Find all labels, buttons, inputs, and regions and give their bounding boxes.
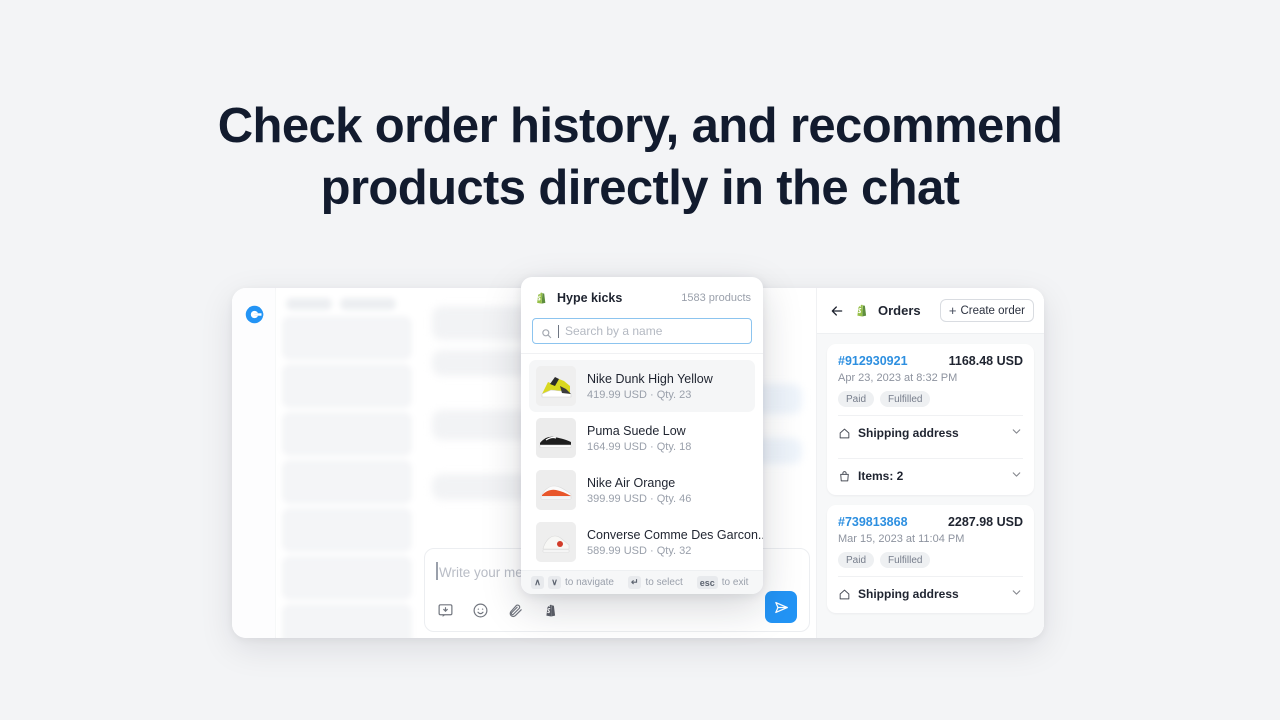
search-input[interactable]: Search by a name [532,318,752,344]
product-meta: 164.99 USD · Qty. 18 [587,440,692,453]
status-badge: Paid [838,552,875,568]
home-icon [838,588,851,601]
attachment-icon[interactable] [507,602,524,619]
emoji-icon[interactable] [472,602,489,619]
product-count: 1583 products [681,291,751,304]
order-id-link[interactable]: #912930921 [838,354,908,368]
page-title: Check order history, and recommend produ… [0,95,1280,219]
chevron-down-icon [1010,425,1023,441]
product-search-wrap: Search by a name [521,318,763,353]
list-item[interactable] [282,316,412,360]
product-name: Nike Air Orange [587,475,676,490]
product-thumbnail [536,366,576,406]
order-total: 2287.98 USD [947,515,1023,529]
list-item[interactable] [282,364,412,408]
create-order-label: Create order [960,304,1025,317]
order-id-link[interactable]: #739813868 [838,515,908,529]
list-item[interactable]: Puma Suede Low 164.99 USD · Qty. 18 [529,412,755,464]
shop-name: Hype kicks [557,290,623,305]
navigate-hint: ∧ ∨ to navigate [531,576,614,589]
select-hint: ↵ to select [627,576,683,589]
chevron-down-icon [1010,586,1023,602]
shopify-icon [853,301,870,320]
navigate-label: to navigate [565,577,614,588]
list-item[interactable] [282,460,412,504]
items-section[interactable]: Items: 2 [838,458,1023,493]
arrow-up-key: ∧ [531,576,544,589]
product-name: Puma Suede Low [587,423,686,438]
crisp-logo-icon [244,304,265,325]
product-list[interactable]: Nike Dunk High Yellow 419.99 USD · Qty. … [521,354,763,572]
list-item[interactable] [282,412,412,456]
product-picker-header: Hype kicks 1583 products [521,277,763,318]
product-thumbnail [536,470,576,510]
order-summary-row: #912930921 1168.48 USD [838,354,1023,368]
list-item[interactable]: Nike Dunk High Yellow 419.99 USD · Qty. … [529,360,755,412]
orders-title: Orders [878,303,921,318]
conversation-list[interactable] [276,288,418,638]
exit-hint: esc to exit [696,576,749,589]
conversation-list-filters [286,298,396,310]
items-label: Items: 2 [858,469,904,483]
create-order-button[interactable]: + Create order [939,299,1034,322]
product-picker-popover: Hype kicks 1583 products Search by a nam… [521,277,763,594]
order-badges: Paid Fulfilled [838,552,1023,568]
enter-key: ↵ [627,576,642,589]
order-badges: Paid Fulfilled [838,391,1023,407]
select-label: to select [645,577,683,588]
list-item[interactable]: Nike Air Orange 399.99 USD · Qty. 46 [529,464,755,516]
chevron-down-icon [1010,468,1023,484]
headline-line-1: Check order history, and recommend [217,99,1063,153]
arrow-down-key: ∨ [548,576,561,589]
list-item[interactable] [282,508,412,552]
composer-caret [436,562,438,580]
send-button[interactable] [765,591,797,623]
canned-responses-icon[interactable] [437,602,454,619]
product-meta: 589.99 USD · Qty. 32 [587,544,692,557]
plus-icon: + [948,303,957,318]
order-card[interactable]: #912930921 1168.48 USD Apr 23, 2023 at 8… [827,344,1034,495]
exit-label: to exit [721,577,749,588]
order-summary-row: #739813868 2287.98 USD [838,515,1023,529]
search-placeholder: Search by a name [565,324,663,338]
product-name: Nike Dunk High Yellow [587,371,713,386]
order-card[interactable]: #739813868 2287.98 USD Mar 15, 2023 at 1… [827,505,1034,613]
list-item[interactable]: Converse Comme Des Garcon... 589.99 USD … [529,516,763,568]
status-badge: Fulfilled [880,391,931,407]
search-icon [541,326,552,338]
order-total: 1168.48 USD [948,354,1023,368]
product-picker-hints: ∧ ∨ to navigate ↵ to select esc to exit [521,570,763,594]
back-icon[interactable] [829,303,845,319]
orders-panel: Orders + Create order #912930921 1168.48… [816,288,1044,638]
list-item[interactable] [282,556,412,600]
product-thumbnail [536,418,576,458]
page-root: Check order history, and recommend produ… [0,0,1280,720]
search-caret [558,324,559,338]
esc-key: esc [696,576,718,589]
app-sidebar-rail [232,288,276,638]
product-name: Converse Comme Des Garcon... [587,527,763,542]
orders-panel-header: Orders + Create order [817,288,1044,334]
composer-toolbar [437,602,559,619]
shipping-address-label: Shipping address [858,587,959,601]
product-meta: 399.99 USD · Qty. 46 [587,492,692,505]
product-meta: 419.99 USD · Qty. 23 [587,388,692,401]
list-item[interactable] [282,604,412,638]
shopify-icon[interactable] [542,602,559,619]
shopify-icon [533,289,549,307]
product-thumbnail [536,522,576,562]
home-icon [838,427,851,440]
status-badge: Paid [838,391,875,407]
bag-icon [838,470,851,483]
order-date: Apr 23, 2023 at 8:32 PM [838,372,958,384]
status-badge: Fulfilled [880,552,931,568]
order-date: Mar 15, 2023 at 11:04 PM [838,533,965,545]
orders-list: #912930921 1168.48 USD Apr 23, 2023 at 8… [817,334,1044,623]
shipping-address-label: Shipping address [858,426,959,440]
headline-line-2: products directly in the chat [320,161,960,215]
shipping-address-section[interactable]: Shipping address [838,415,1023,450]
shipping-address-section[interactable]: Shipping address [838,576,1023,611]
